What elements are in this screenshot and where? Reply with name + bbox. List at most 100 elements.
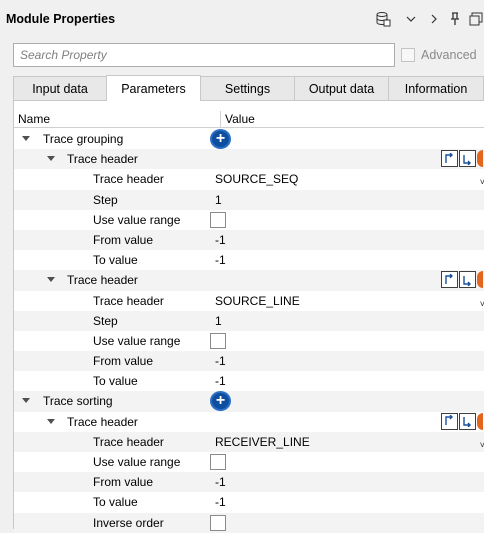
property-value[interactable]: -1 [215, 230, 226, 250]
expand-arrow-icon[interactable] [47, 277, 55, 283]
property-row[interactable]: Use value range [14, 210, 484, 230]
tab-parameters-label: Parameters [121, 81, 186, 96]
property-row[interactable]: From value -1 [14, 472, 484, 493]
property-value[interactable]: 1 [215, 190, 222, 210]
property-row[interactable]: Step 1 [14, 189, 484, 210]
expand-arrow-icon[interactable] [47, 156, 55, 162]
property-row[interactable]: Trace header RECEIVER_LINE ˅ [14, 431, 484, 452]
remove-item-icon[interactable] [477, 271, 483, 289]
table-header: Name Value [14, 111, 484, 128]
property-value[interactable]: -1 [215, 351, 226, 371]
property-row[interactable]: Use value range [14, 452, 484, 472]
property-name: Inverse order [93, 515, 164, 530]
title-bar: Module Properties [0, 0, 484, 38]
tab-settings[interactable]: Settings [200, 76, 295, 101]
property-name: Trace header [93, 172, 164, 187]
database-icon[interactable] [374, 9, 392, 29]
select-value: RECEIVER_LINE [215, 434, 310, 449]
tab-information-label: Information [404, 82, 468, 96]
property-row[interactable]: Inverse order [14, 512, 484, 533]
property-name: Trace header [67, 273, 138, 288]
move-up-icon[interactable] [441, 271, 458, 289]
move-up-icon[interactable] [441, 150, 458, 168]
tab-settings-label: Settings [224, 82, 271, 96]
property-row[interactable]: From value -1 [14, 351, 484, 372]
add-item-icon[interactable]: + [210, 391, 231, 412]
tab-output-data[interactable]: Output data [294, 76, 389, 101]
expand-arrow-icon[interactable] [22, 398, 30, 404]
select-value: SOURCE_LINE [215, 293, 300, 308]
property-row[interactable]: Trace header SOURCE_SEQ ˅ [14, 169, 484, 189]
property-row[interactable]: Use value range [14, 331, 484, 351]
property-value[interactable]: -1 [215, 250, 226, 270]
trace-header-select[interactable]: SOURCE_LINE ˅ [215, 291, 484, 311]
property-row[interactable]: To value -1 [14, 492, 484, 512]
property-row[interactable]: Trace header [14, 270, 484, 291]
property-name: From value [93, 354, 154, 369]
property-value[interactable]: -1 [215, 371, 226, 391]
property-name: Use value range [93, 212, 181, 227]
property-name: Trace header [93, 434, 164, 449]
tab-bar: Input data Parameters Settings Output da… [13, 75, 484, 101]
window-title: Module Properties [6, 12, 116, 26]
move-down-icon[interactable] [459, 271, 476, 289]
advanced-checkbox-box[interactable] [401, 48, 415, 62]
expand-arrow-icon[interactable] [22, 136, 30, 141]
property-name: Step [93, 192, 118, 207]
add-item-icon[interactable]: + [210, 129, 231, 149]
tab-output-data-label: Output data [308, 82, 375, 96]
property-row[interactable]: Step 1 [14, 310, 484, 331]
expand-arrow-icon[interactable] [47, 418, 55, 424]
property-name: Step [93, 313, 118, 328]
float-window-icon[interactable] [467, 9, 484, 29]
trace-header-select[interactable]: RECEIVER_LINE ˅ [215, 432, 484, 452]
property-value[interactable]: -1 [215, 492, 226, 512]
property-name: Use value range [93, 333, 181, 348]
column-header-name[interactable]: Name [14, 111, 221, 128]
tab-information[interactable]: Information [388, 76, 484, 101]
remove-item-icon[interactable] [477, 412, 483, 430]
row-actions [441, 412, 484, 431]
property-name: To value [93, 495, 138, 510]
property-row[interactable]: To value -1 [14, 250, 484, 270]
pin-icon[interactable] [446, 9, 464, 29]
remove-item-icon[interactable] [477, 150, 483, 168]
row-actions [441, 150, 484, 168]
column-header-value[interactable]: Value [221, 111, 484, 128]
trace-header-select[interactable]: SOURCE_SEQ ˅ [215, 169, 484, 189]
property-name: Use value range [93, 455, 181, 469]
property-name: Trace header [67, 152, 138, 167]
property-value[interactable]: -1 [215, 472, 226, 492]
property-checkbox[interactable] [210, 211, 226, 228]
property-name: Trace header [93, 293, 164, 308]
property-row[interactable]: Trace header [14, 149, 484, 170]
property-checkbox[interactable] [210, 332, 226, 349]
row-actions [441, 271, 484, 289]
property-row[interactable]: Trace header [14, 412, 484, 432]
property-tree: Trace grouping + Trace header Trace header S… [14, 129, 484, 533]
select-value: SOURCE_SEQ [215, 172, 299, 187]
property-row[interactable]: From value -1 [14, 229, 484, 251]
property-row[interactable]: To value -1 [14, 371, 484, 391]
move-down-icon[interactable] [459, 412, 476, 430]
move-up-icon[interactable] [441, 412, 458, 430]
property-row[interactable]: Trace header SOURCE_LINE ˅ [14, 291, 484, 311]
property-row[interactable]: Trace sorting + [14, 391, 484, 412]
property-name: From value [93, 475, 154, 490]
move-down-icon[interactable] [459, 150, 476, 168]
property-checkbox[interactable] [210, 454, 226, 470]
property-name: To value [93, 253, 138, 268]
property-name: Trace grouping [43, 132, 124, 146]
property-checkbox[interactable] [210, 514, 226, 531]
chevron-down-icon[interactable] [402, 9, 420, 29]
property-name: Trace header [67, 414, 138, 429]
property-value[interactable]: 1 [215, 311, 222, 331]
tab-parameters[interactable]: Parameters [106, 75, 201, 101]
search-property-input[interactable] [13, 43, 395, 67]
parameters-panel: Name Value Trace grouping + Trace header Tr… [13, 100, 484, 533]
tab-input-data[interactable]: Input data [13, 76, 107, 101]
advanced-checkbox[interactable]: Advanced [401, 46, 477, 64]
property-row[interactable]: Trace grouping + [14, 129, 484, 149]
chevron-right-icon[interactable] [425, 9, 443, 29]
property-name: From value [93, 232, 154, 247]
